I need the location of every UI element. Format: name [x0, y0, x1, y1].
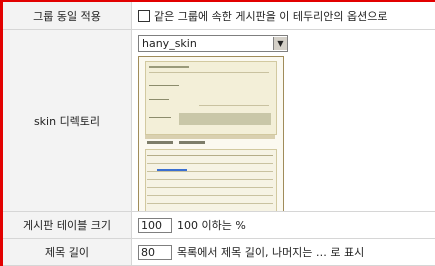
group-apply-text: 같은 그룹에 속한 게시판을 이 테두리안의 옵션으로: [154, 9, 388, 23]
title-length-hint: 목록에서 제목 길이, 나머지는 … 로 표시: [177, 246, 365, 259]
skin-preview-image: [138, 56, 284, 211]
row-title-length: 제목 길이 80 목록에서 제목 길이, 나머지는 … 로 표시: [3, 239, 435, 266]
skin-select-value: hany_skin: [142, 37, 197, 50]
group-apply-label: 그룹 동일 적용: [3, 2, 132, 29]
skin-directory-label: skin 디렉토리: [3, 30, 132, 211]
chevron-down-icon[interactable]: ▼: [273, 37, 287, 50]
row-group-apply: 그룹 동일 적용 같은 그룹에 속한 게시판을 이 테두리안의 옵션으로: [3, 2, 435, 30]
title-length-input[interactable]: 80: [138, 244, 172, 260]
row-table-size: 게시판 테이블 크기 100 100 이하는 %: [3, 212, 435, 239]
title-length-value: 80 목록에서 제목 길이, 나머지는 … 로 표시: [132, 239, 435, 265]
group-apply-value: 같은 그룹에 속한 게시판을 이 테두리안의 옵션으로: [132, 2, 435, 29]
skin-select[interactable]: hany_skin ▼: [138, 35, 288, 52]
row-skin-directory: skin 디렉토리 hany_skin ▼: [3, 30, 435, 212]
skin-directory-value: hany_skin ▼: [132, 30, 435, 211]
title-length-label: 제목 길이: [3, 239, 132, 265]
group-apply-checkbox[interactable]: [138, 9, 150, 22]
table-size-value: 100 100 이하는 %: [132, 212, 435, 238]
table-size-hint: 100 이하는 %: [177, 219, 246, 232]
table-size-input[interactable]: 100: [138, 217, 172, 233]
table-size-label: 게시판 테이블 크기: [3, 212, 132, 238]
